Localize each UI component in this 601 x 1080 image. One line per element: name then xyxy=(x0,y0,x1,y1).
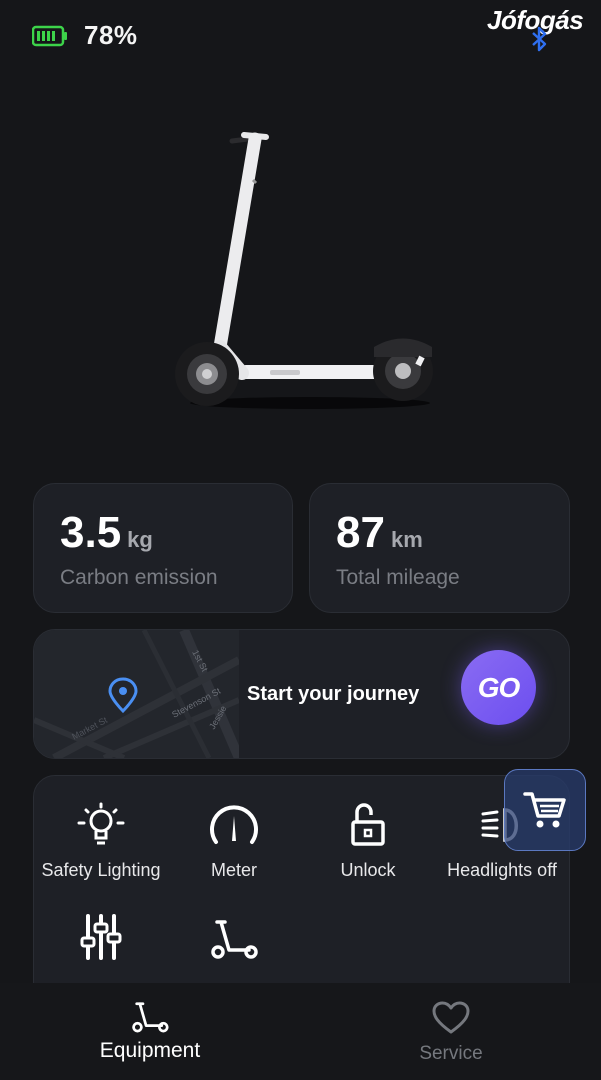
battery-icon xyxy=(32,25,67,47)
map-preview: 1st St Stevenson St Jessie Market St xyxy=(34,630,244,758)
total-mileage-label: Total mileage xyxy=(336,566,460,589)
carbon-emission-value: 3.5 kg xyxy=(60,508,153,557)
nav-tab-label: Equipment xyxy=(99,1039,201,1062)
scooter-icon xyxy=(211,920,258,959)
tool-label: Headlights off xyxy=(447,860,557,880)
cart-button[interactable] xyxy=(504,769,586,851)
speedometer-icon xyxy=(210,805,258,844)
battery-percentage: 78% xyxy=(84,20,138,50)
safety-lighting-tool[interactable]: Safety Lighting xyxy=(34,802,168,881)
tool-label: Safety Lighting xyxy=(41,860,161,880)
meter-tool[interactable]: Meter xyxy=(167,802,301,881)
bottom-nav: Equipment Service xyxy=(0,983,601,1080)
location-pin-icon xyxy=(108,677,138,714)
nav-tab-equipment[interactable]: Equipment xyxy=(50,999,250,1063)
carbon-emission-unit: kg xyxy=(127,527,153,552)
tools-panel: Safety Lighting Meter Unlock Headlights … xyxy=(33,775,570,1007)
bulb-icon xyxy=(77,802,125,845)
tool-label: Meter xyxy=(210,860,257,880)
unlock-tool[interactable]: Unlock xyxy=(301,802,435,881)
total-mileage-value: 87 km xyxy=(336,508,423,557)
bluetooth-icon[interactable] xyxy=(528,26,550,52)
unlock-icon xyxy=(351,803,385,846)
total-mileage-unit: km xyxy=(390,527,423,552)
nav-tab-service[interactable]: Service xyxy=(351,1001,551,1065)
carbon-emission-card[interactable]: 3.5 kg Carbon emission xyxy=(33,483,293,613)
scooter-icon xyxy=(132,1002,169,1033)
settings-tool[interactable] xyxy=(34,912,168,962)
cart-icon xyxy=(523,792,566,828)
scooter-image xyxy=(175,132,433,409)
total-mileage-card[interactable]: 87 km Total mileage xyxy=(309,483,570,613)
nav-tab-label: Service xyxy=(419,1043,483,1064)
carbon-emission-label: Carbon emission xyxy=(60,566,218,589)
scooter-tool[interactable] xyxy=(167,916,301,962)
start-journey-label: Start your journey xyxy=(247,683,420,705)
sliders-icon xyxy=(80,914,122,960)
map-streets: 1st St Stevenson St Jessie Market St xyxy=(34,630,244,758)
go-button-label: GO xyxy=(477,671,521,703)
tool-label: Unlock xyxy=(340,860,396,880)
heart-icon xyxy=(432,1001,470,1034)
start-journey-card[interactable]: 1st St Stevenson St Jessie Market St Sta… xyxy=(33,629,570,759)
go-button[interactable]: GO xyxy=(461,650,536,725)
